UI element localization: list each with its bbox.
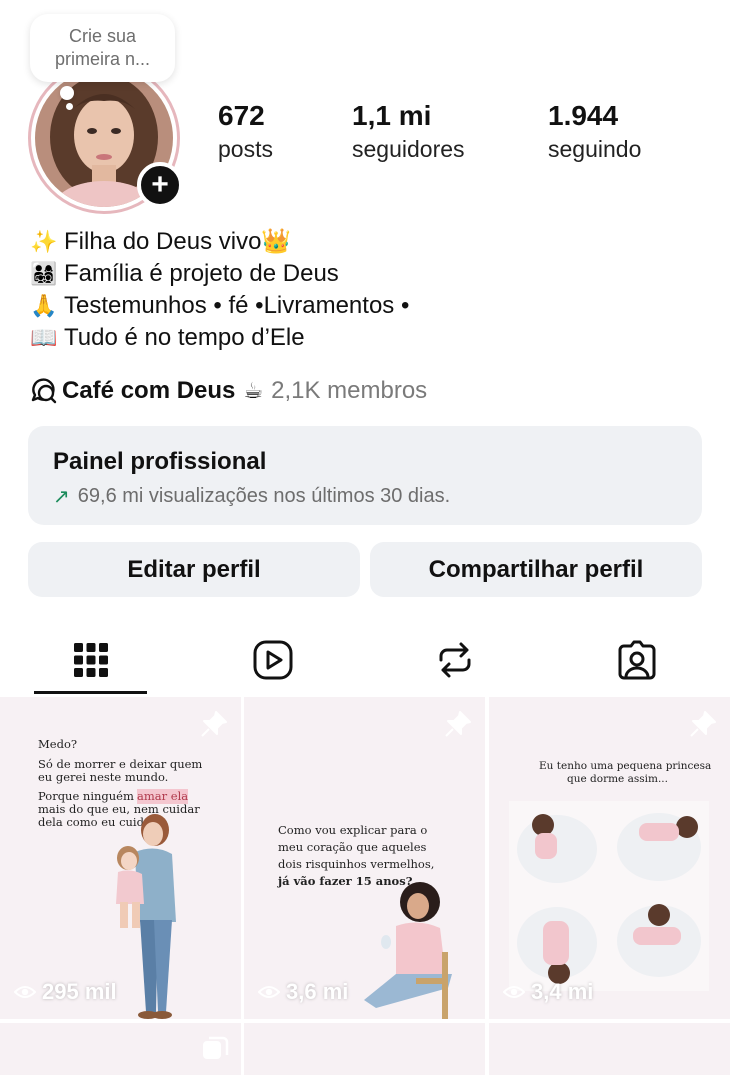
pin-icon bbox=[690, 711, 716, 737]
bio-line: 👨‍👩‍👧‍👦 Família é projeto de Deus bbox=[30, 258, 409, 290]
bio-text: Testemunhos • fé •Livramentos • bbox=[64, 292, 410, 319]
reels-icon bbox=[253, 640, 293, 680]
book-emoji: 📖 bbox=[30, 325, 58, 350]
post-thumbnail[interactable]: Medo? Só de morrer e deixar quem eu gere… bbox=[0, 697, 241, 1019]
view-count: 295 mil bbox=[14, 979, 117, 1005]
post-caption: que dorme assim... bbox=[567, 773, 668, 785]
share-profile-button[interactable]: Compartilhar perfil bbox=[370, 542, 702, 597]
professional-dashboard[interactable]: Painel profissional ↗ 69,6 mi visualizaç… bbox=[28, 426, 702, 525]
sleeping-babies-illustration bbox=[509, 801, 709, 991]
bio-text: Tudo é no tempo d’Ele bbox=[64, 324, 305, 351]
chat-bubbles-icon bbox=[31, 378, 57, 404]
tab-reposts[interactable] bbox=[364, 625, 546, 695]
sparkles-emoji: ✨ bbox=[30, 229, 58, 254]
coffee-emoji: ☕ bbox=[243, 378, 264, 403]
bio-text: Filha do Deus vivo👑 bbox=[64, 228, 292, 255]
broadcast-channel-link[interactable]: Café com Deus ☕ 2,1K membros bbox=[30, 374, 427, 408]
panel-title: Painel profissional bbox=[53, 448, 267, 475]
post-thumbnail[interactable] bbox=[0, 1023, 241, 1075]
note-tail-small bbox=[66, 103, 73, 110]
pin-icon bbox=[445, 711, 471, 737]
post-caption: Medo? bbox=[38, 737, 78, 751]
panel-subtitle: ↗ 69,6 mi visualizações nos últimos 30 d… bbox=[53, 484, 677, 509]
bio-line: 📖 Tudo é no tempo d’Ele bbox=[30, 322, 409, 354]
stat-posts[interactable]: 672 posts bbox=[218, 100, 273, 163]
post-grid: Medo? Só de morrer e deixar quem eu gere… bbox=[0, 697, 730, 1075]
view-count-text: 3,4 mi bbox=[531, 979, 594, 1004]
plus-icon: + bbox=[151, 168, 169, 201]
eye-icon bbox=[258, 986, 280, 998]
trend-up-icon: ↗ bbox=[53, 486, 70, 508]
eye-icon bbox=[14, 986, 36, 998]
note-text: Crie sua primeira n... bbox=[54, 26, 151, 69]
view-count-text: 295 mil bbox=[42, 979, 117, 1004]
tagged-icon bbox=[618, 640, 656, 680]
posts-count: 672 bbox=[218, 100, 265, 131]
view-count: 3,4 mi bbox=[503, 979, 593, 1005]
posts-label: posts bbox=[218, 136, 273, 162]
tab-posts[interactable] bbox=[0, 625, 182, 695]
woman-sitting-illustration bbox=[364, 882, 452, 1019]
followers-label: seguidores bbox=[352, 136, 465, 162]
post-thumbnail[interactable]: Eu tenho uma pequena princesa que dorme … bbox=[489, 697, 730, 1019]
post-caption: meu coração que aqueles bbox=[278, 840, 427, 854]
channel-name: Café com Deus bbox=[62, 377, 236, 404]
eye-icon bbox=[503, 986, 525, 998]
note-bubble[interactable]: Crie sua primeira n... bbox=[30, 14, 175, 82]
family-emoji: 👨‍👩‍👧‍👦 bbox=[30, 261, 58, 286]
view-count-text: 3,6 mi bbox=[286, 979, 349, 1004]
post-caption: eu gerei neste mundo. bbox=[38, 770, 169, 784]
bio-line: 🙏 Testemunhos • fé •Livramentos • bbox=[30, 290, 409, 322]
following-count: 1.944 bbox=[548, 100, 619, 131]
carousel-icon bbox=[203, 1036, 229, 1059]
post-thumbnail[interactable] bbox=[244, 1023, 485, 1075]
pin-icon bbox=[201, 711, 227, 737]
post-caption: dois risquinhos vermelhos, bbox=[278, 857, 435, 871]
stat-followers[interactable]: 1,1 mi seguidores bbox=[352, 100, 465, 163]
following-label: seguindo bbox=[548, 136, 642, 162]
stat-following[interactable]: 1.944 seguindo bbox=[548, 100, 641, 163]
post-thumbnail[interactable] bbox=[489, 1023, 730, 1075]
active-tab-indicator bbox=[34, 691, 147, 694]
bio-text: Família é projeto de Deus bbox=[64, 260, 339, 287]
tab-reels[interactable] bbox=[182, 625, 364, 695]
tab-tagged[interactable] bbox=[546, 625, 728, 695]
channel-members: 2,1K membros bbox=[271, 377, 428, 404]
followers-count: 1,1 mi bbox=[352, 100, 432, 131]
note-tail bbox=[60, 86, 74, 100]
profile-tabs bbox=[0, 625, 730, 697]
view-count: 3,6 mi bbox=[258, 979, 348, 1005]
post-thumbnail[interactable]: Como vou explicar para o meu coração que… bbox=[244, 697, 485, 1019]
post-caption: Como vou explicar para o bbox=[278, 823, 428, 837]
add-story-button[interactable]: + bbox=[137, 162, 183, 208]
praying-hands-emoji: 🙏 bbox=[30, 293, 58, 318]
bio-line: ✨ Filha do Deus vivo👑 bbox=[30, 226, 409, 258]
reposts-icon bbox=[439, 642, 471, 678]
edit-profile-button[interactable]: Editar perfil bbox=[28, 542, 360, 597]
grid-icon bbox=[74, 643, 108, 677]
panel-subtitle-text: 69,6 mi visualizações nos últimos 30 dia… bbox=[77, 485, 451, 507]
bio: ✨ Filha do Deus vivo👑 👨‍👩‍👧‍👦 Família é … bbox=[30, 226, 409, 354]
